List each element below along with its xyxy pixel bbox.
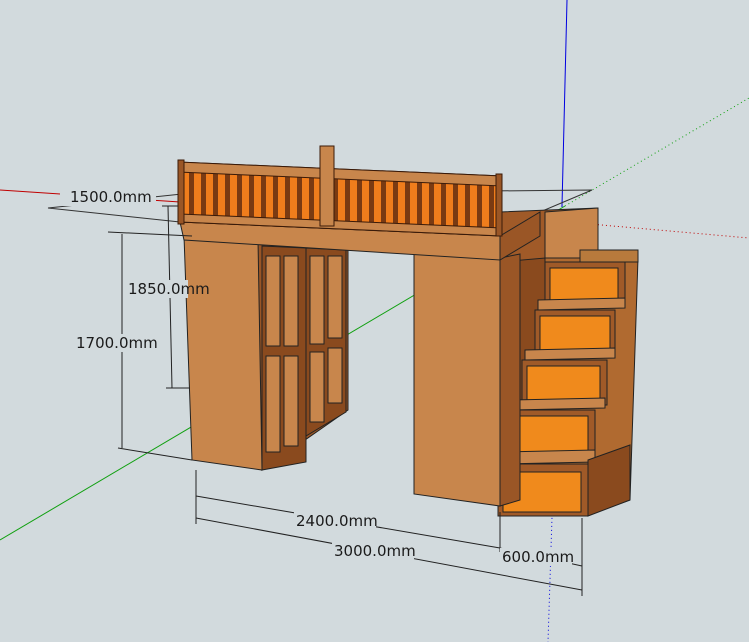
dim-span-inner: 2400.0mm	[296, 512, 378, 530]
railing-post	[319, 145, 335, 227]
right-support[interactable]	[413, 251, 521, 507]
dim-height-under: 1700.0mm	[76, 334, 158, 352]
model-viewport[interactable]: 1500.0mm 1850.0mm 1700.0mm 2400.0mm 3000…	[0, 0, 749, 642]
left-cabinet[interactable]	[183, 235, 349, 471]
railing[interactable]	[177, 145, 503, 237]
dim-stair-width: 600.0mm	[502, 548, 574, 566]
red-axis-dotted	[589, 223, 749, 239]
blue-axis	[561, 0, 568, 207]
dim-span-total: 3000.0mm	[334, 542, 416, 560]
dim-height-top: 1850.0mm	[128, 280, 210, 298]
green-axis-dotted	[564, 97, 749, 207]
wardrobe-doors[interactable]	[261, 245, 347, 471]
dim-depth-top: 1500.0mm	[70, 188, 152, 206]
